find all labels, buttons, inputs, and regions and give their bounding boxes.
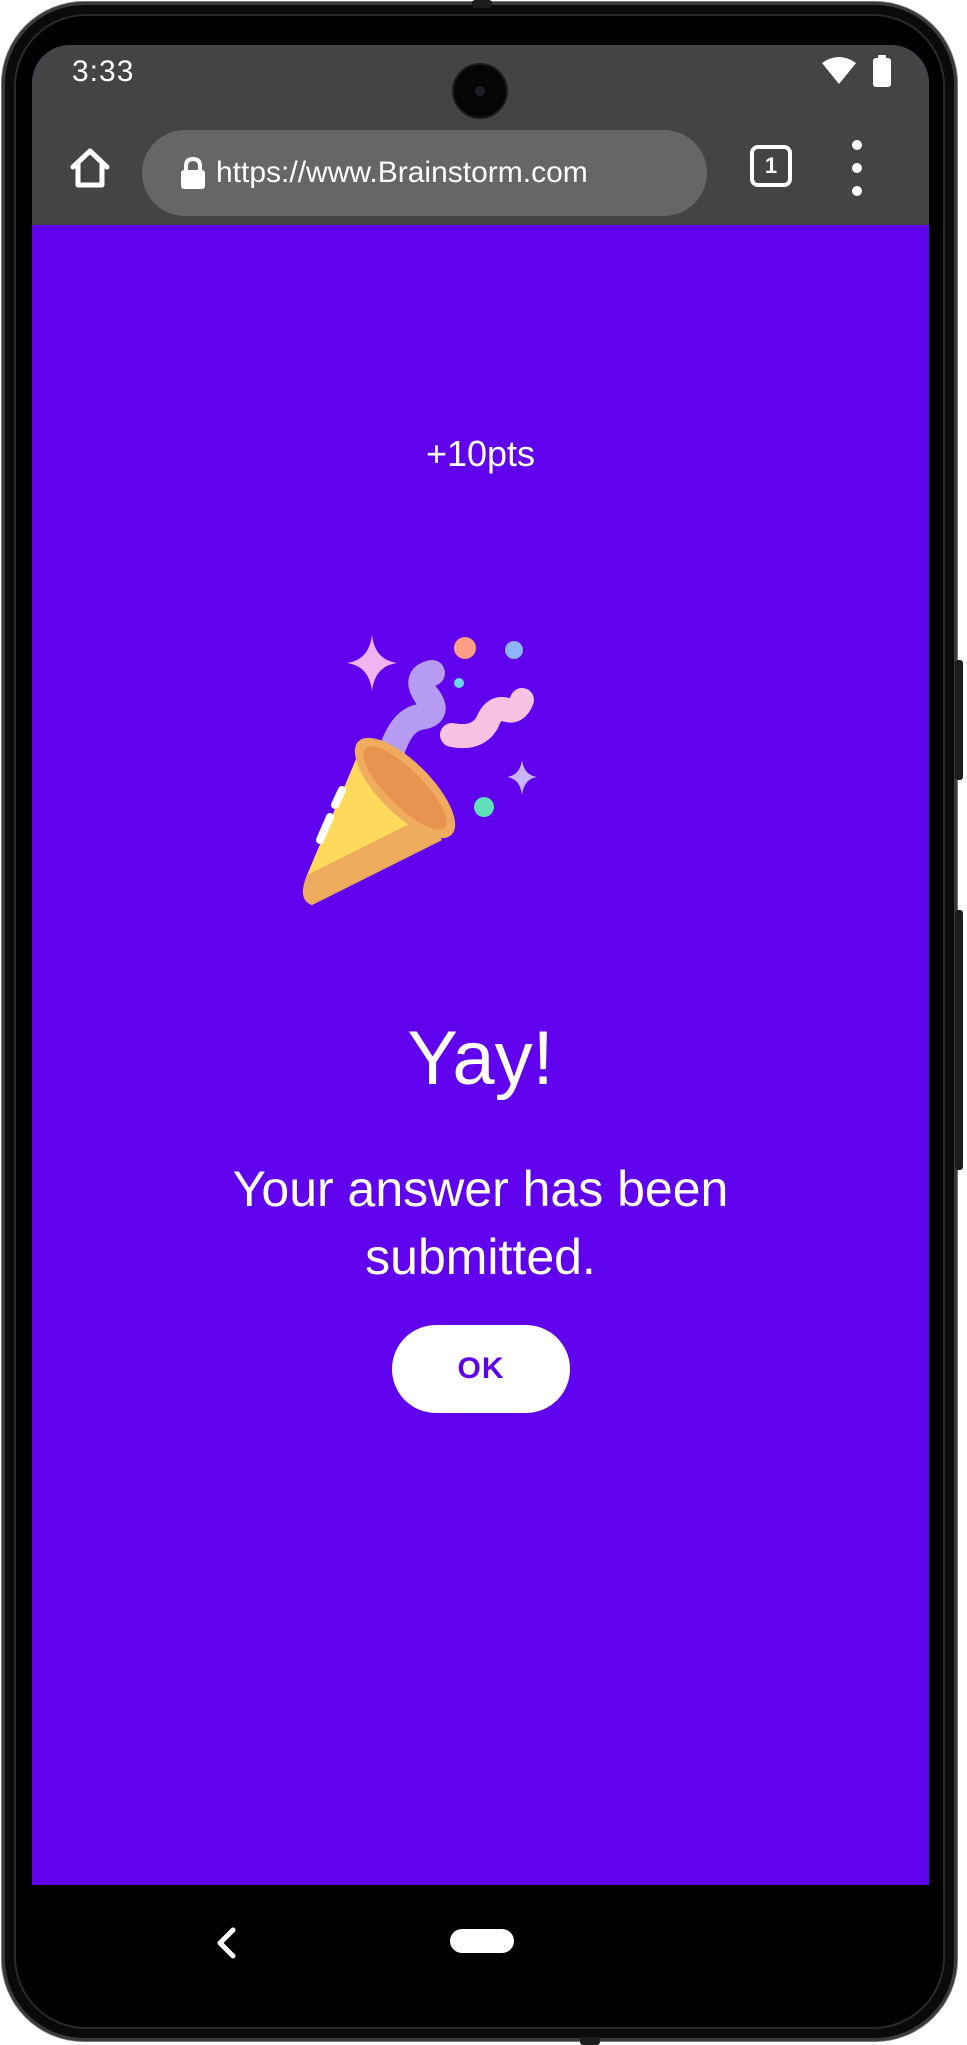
status-bar: 3:33 — [32, 45, 929, 125]
url-text: https://www.Brainstorm.com — [216, 156, 588, 189]
more-vert-icon[interactable] — [842, 140, 872, 196]
top-notch-mark — [472, 0, 492, 8]
phone-device: 3:33 https://www.Brainstorm.com 1 +10pts… — [0, 0, 967, 2045]
battery-icon — [873, 54, 891, 92]
front-camera — [454, 65, 506, 117]
ok-button[interactable]: OK — [392, 1325, 570, 1413]
lock-icon — [180, 156, 206, 190]
power-button — [955, 660, 963, 780]
tabs-icon[interactable]: 1 — [750, 145, 792, 187]
volume-button — [955, 910, 963, 1170]
status-time: 3:33 — [72, 55, 135, 88]
success-message: Your answer has been submitted. — [232, 1161, 729, 1285]
wifi-icon — [821, 56, 857, 91]
bottom-notch-mark — [580, 2037, 600, 2045]
browser-toolbar: https://www.Brainstorm.com 1 — [32, 120, 929, 225]
home-icon[interactable] — [60, 138, 120, 198]
points-label: +10pts — [425, 433, 536, 474]
party-popper-icon — [302, 625, 662, 985]
home-pill[interactable] — [450, 1929, 514, 1953]
url-bar[interactable]: https://www.Brainstorm.com — [142, 130, 707, 216]
back-icon[interactable] — [207, 1923, 247, 1963]
status-icons — [821, 54, 891, 92]
screen: 3:33 https://www.Brainstorm.com 1 +10pts… — [32, 45, 929, 1885]
success-heading: Yay! — [407, 1016, 554, 1101]
navigation-bar — [32, 1885, 929, 2000]
success-screen: +10pts Yay! Your answer has been submitt… — [32, 225, 929, 1885]
